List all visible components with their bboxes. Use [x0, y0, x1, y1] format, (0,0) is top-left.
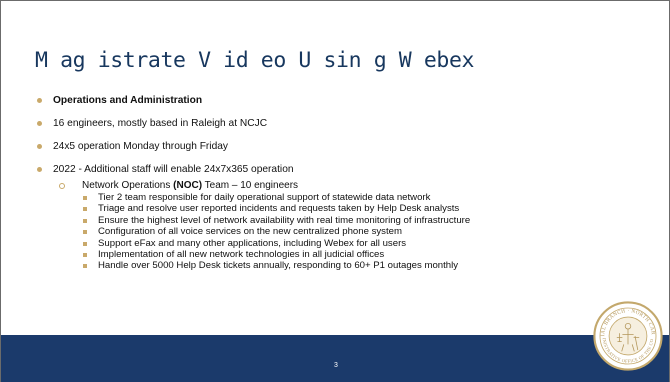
bullet-item: 16 engineers, mostly based in Raleigh at… [37, 117, 637, 130]
bullet-item: 2022 - Additional staff will enable 24x7… [37, 163, 637, 176]
detail-text: Handle over 5000 Help Desk tickets annua… [98, 260, 459, 272]
detail-item: Implementation of all new network techno… [83, 249, 637, 260]
bullet-square-icon [83, 218, 87, 223]
bullet-square-icon [83, 230, 87, 235]
sub-bullet-bold: (NOC) [173, 180, 203, 191]
detail-text: Implementation of all new network techno… [98, 249, 385, 261]
bullet-text: Operations and Administration [53, 95, 203, 106]
bullet-item: 24x5 operation Monday through Friday [37, 140, 637, 153]
detail-text: Triage and resolve user reported inciden… [98, 203, 460, 215]
bullet-square-icon [83, 264, 87, 269]
slide: M ag istrate V id eo U sin g W ebex Oper… [0, 0, 670, 382]
detail-item: Handle over 5000 Help Desk tickets annua… [83, 260, 637, 271]
detail-text: Tier 2 team responsible for daily operat… [98, 192, 431, 203]
bullet-square-icon [83, 241, 87, 246]
detail-text: Support eFax and many other applications… [98, 237, 407, 249]
detail-item: Support eFax and many other applications… [83, 238, 637, 249]
bullet-text: 2022 - Additional staff will enable 24x7… [53, 164, 294, 175]
detail-text: Configuration of all voice services on t… [98, 226, 402, 238]
bullet-item: Operations and Administration [37, 94, 637, 107]
bullet-dot-icon [37, 144, 42, 149]
bullet-ring-icon [59, 183, 65, 189]
bullet-dot-icon [37, 121, 42, 126]
detail-item: Tier 2 team responsible for daily operat… [83, 192, 637, 203]
slide-content: Operations and Administration 16 enginee… [37, 94, 637, 272]
sub-bullet-suffix: Team – 10 engineers [202, 180, 299, 191]
bullet-dot-icon [37, 98, 42, 103]
footer-band [1, 335, 669, 382]
bullet-text: 24x5 operation Monday through Friday [53, 141, 228, 152]
bullet-dot-icon [37, 167, 42, 172]
slide-title: M ag istrate V id eo U sin g W ebex [35, 48, 475, 73]
detail-item: Configuration of all voice services on t… [83, 226, 637, 237]
bullet-square-icon [83, 196, 87, 200]
sub-bullet-item: Network Operations (NOC) Team – 10 engin… [59, 180, 637, 192]
page-number: 3 [334, 362, 338, 369]
bullet-square-icon [83, 253, 87, 258]
detail-item: Ensure the highest level of network avai… [83, 215, 637, 226]
detail-text: Ensure the highest level of network avai… [98, 214, 471, 226]
bullet-square-icon [83, 207, 87, 212]
detail-item: Triage and resolve user reported inciden… [83, 203, 637, 214]
bullet-text: 16 engineers, mostly based in Raleigh at… [53, 118, 268, 129]
sub-bullet-prefix: Network Operations [82, 180, 174, 191]
court-seal-icon: JUDICIAL BRANCH · NORTH CAROLINA ADMINIS… [593, 301, 663, 371]
